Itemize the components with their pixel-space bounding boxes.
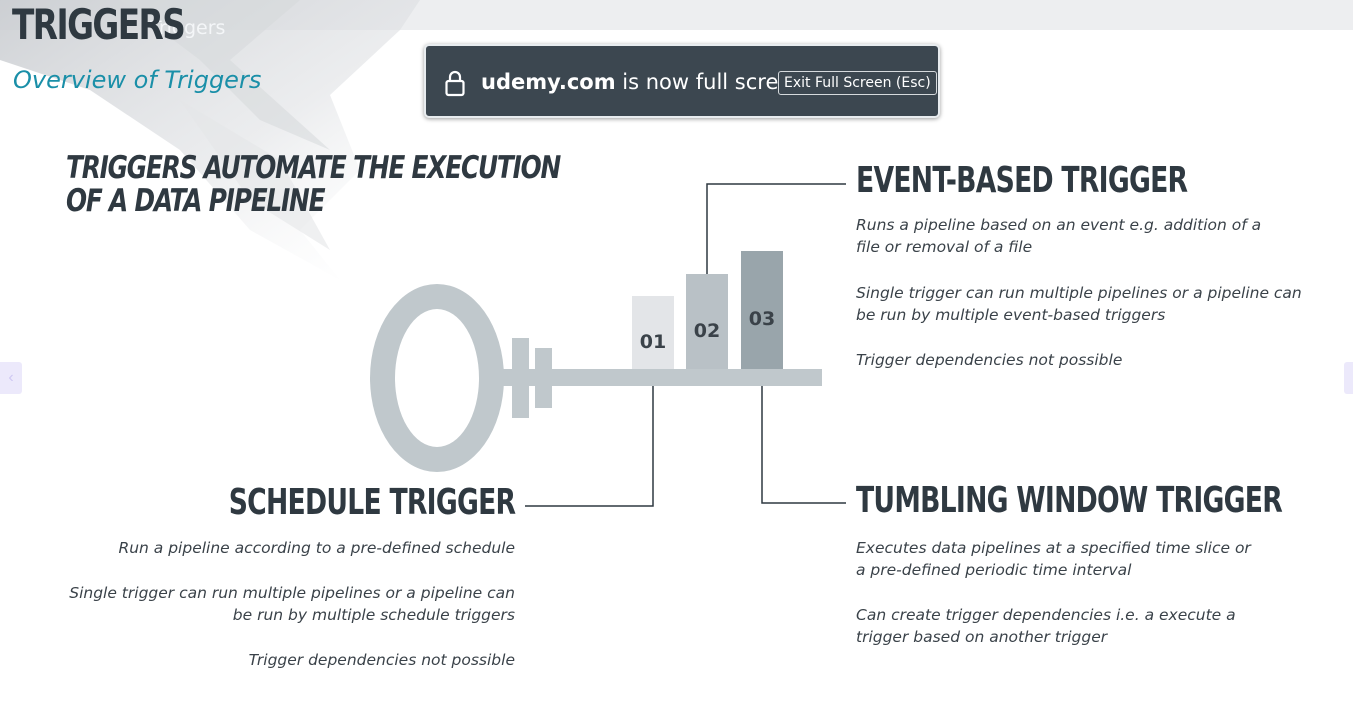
fullscreen-notification: udemy.com is now full screen Exit Full S… xyxy=(424,44,940,118)
connector-tumbling xyxy=(761,386,846,504)
key-bow-hole xyxy=(395,309,479,447)
exit-fullscreen-button[interactable]: Exit Full Screen (Esc) xyxy=(778,71,937,95)
step-label-03: 03 xyxy=(749,308,775,330)
slide-title: TRIGGERS xyxy=(12,0,186,49)
event-trigger-title: EVENT-BASED TRIGGER xyxy=(856,160,1188,201)
lock-icon xyxy=(445,70,465,97)
key-collar-2 xyxy=(535,348,552,408)
step-label-01: 01 xyxy=(640,331,666,353)
previous-slide-button[interactable]: ‹ xyxy=(0,362,22,394)
event-point-3: Trigger dependencies not possible xyxy=(856,351,1123,369)
schedule-trigger-title: SCHEDULE TRIGGER xyxy=(228,482,515,523)
next-slide-button[interactable] xyxy=(1344,362,1353,394)
slide-headline: TRIGGERS AUTOMATE THE EXECUTION OF A DAT… xyxy=(66,150,561,219)
tumbling-point-1: Executes data pipelines at a specified t… xyxy=(856,539,1251,579)
schedule-point-3: Trigger dependencies not possible xyxy=(248,651,515,669)
tumbling-trigger-title: TUMBLING WINDOW TRIGGER xyxy=(856,480,1283,521)
tumbling-point-2: Can create trigger dependencies i.e. a e… xyxy=(856,606,1236,646)
key-collar-1 xyxy=(512,338,529,418)
event-point-1: Runs a pipeline based on an event e.g. a… xyxy=(856,216,1262,256)
schedule-point-1: Run a pipeline according to a pre-define… xyxy=(118,539,515,557)
fullscreen-message: udemy.com is now full screen xyxy=(481,70,805,94)
slide-subtitle: Overview of Triggers xyxy=(13,66,262,94)
schedule-point-2: Single trigger can run multiple pipeline… xyxy=(69,584,515,624)
step-label-02: 02 xyxy=(694,320,720,342)
chevron-left-icon: ‹ xyxy=(8,369,14,386)
event-point-2: Single trigger can run multiple pipeline… xyxy=(856,284,1302,324)
fullscreen-domain: udemy.com xyxy=(481,70,616,94)
